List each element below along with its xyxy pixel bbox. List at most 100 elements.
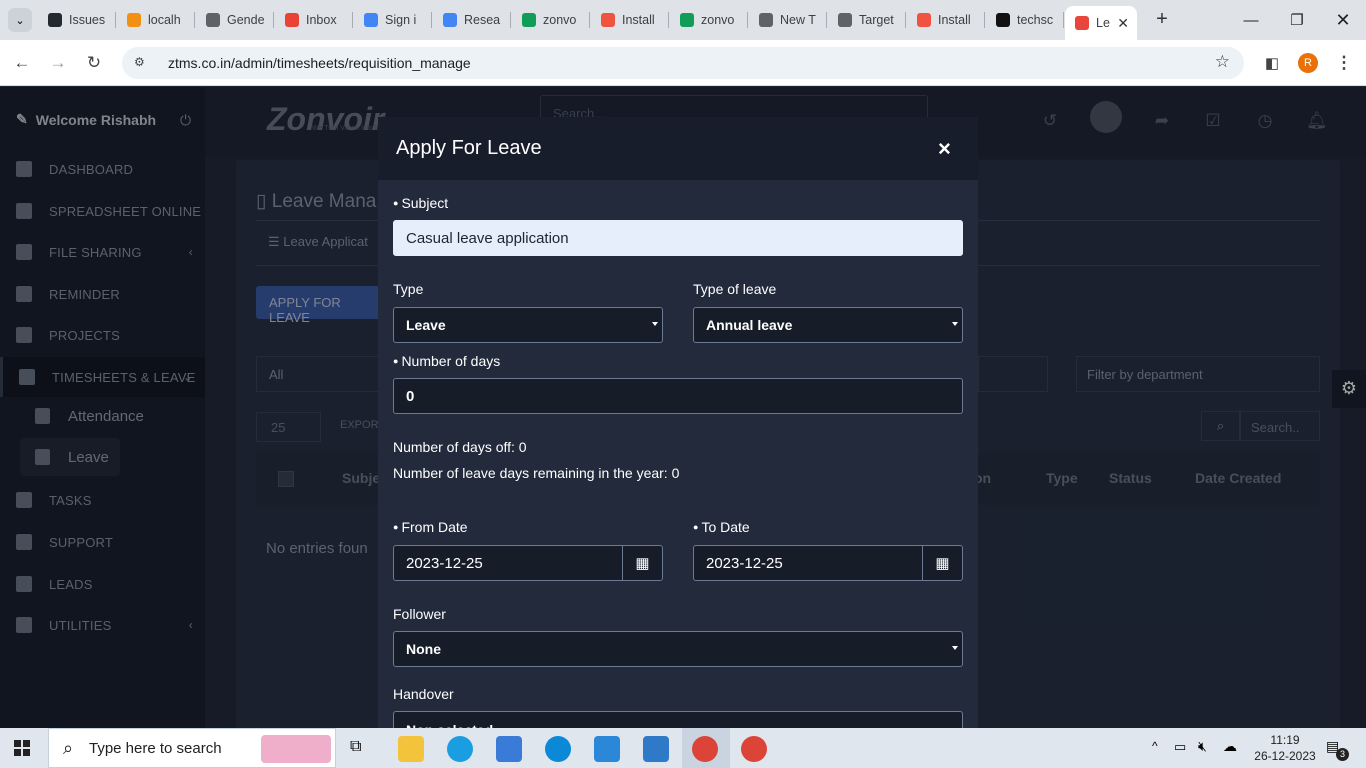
from-date-input[interactable]: 2023-12-25 ▦ — [393, 545, 663, 581]
minimize-button[interactable]: — — [1231, 8, 1271, 32]
volume-mute-icon[interactable]: 🔇︎ — [1198, 738, 1207, 755]
modal-title: Apply For Leave — [396, 137, 542, 159]
bookmark-star-icon[interactable]: ☆ — [1215, 52, 1230, 72]
laravel-icon — [917, 13, 931, 27]
calendar-icon[interactable]: ▦ — [922, 546, 962, 580]
gmail-icon — [285, 13, 299, 27]
tab-label: New T — [780, 13, 816, 27]
tab-separator — [352, 12, 353, 28]
zonvoir-icon — [1075, 16, 1089, 30]
address-bar[interactable]: ⚙ ztms.co.in/admin/timesheets/requisitio… — [122, 47, 1244, 79]
browser-tab[interactable]: Target — [828, 6, 906, 34]
type-of-leave-label: Type of leave — [693, 281, 777, 297]
type-of-leave-select[interactable]: Annual leave — [693, 307, 963, 343]
tab-separator — [826, 12, 827, 28]
chevron-down-icon: ⌄ — [15, 14, 25, 27]
skype-icon[interactable] — [545, 736, 571, 762]
browser-tab[interactable]: zonvo — [512, 6, 590, 34]
browser-tab[interactable]: Gende — [196, 6, 274, 34]
forward-button[interactable]: → — [46, 51, 70, 75]
days-label: ● Number of days — [393, 353, 501, 369]
tab-separator — [905, 12, 906, 28]
tab-separator — [431, 12, 432, 28]
browser-tab[interactable]: New T — [749, 6, 827, 34]
weather-icon[interactable]: ☁ — [1223, 738, 1237, 755]
browser-toolbar: ← → ↻ ⚙ ztms.co.in/admin/timesheets/requ… — [0, 40, 1366, 86]
browser-tab[interactable]: techsc — [986, 6, 1064, 34]
new-tab-button[interactable]: + — [1150, 7, 1174, 31]
subject-input[interactable]: Casual leave application — [393, 220, 963, 256]
chrome-icon[interactable] — [692, 736, 718, 762]
tab-separator — [510, 12, 511, 28]
tab-label: Sign i — [385, 13, 417, 27]
back-button[interactable]: ← — [10, 51, 34, 75]
browser-tab-strip: ⌄ Issues localh Gende Inbox Sign i Resea zonvo… — [0, 0, 1366, 40]
to-date-label: ● To Date — [693, 519, 750, 535]
browser-tab[interactable]: Install — [591, 6, 669, 34]
browser-tab[interactable]: Le ✕ — [1065, 6, 1137, 40]
number-of-days-input[interactable]: 0 — [393, 378, 963, 414]
browser-tab[interactable]: localh — [117, 6, 195, 34]
github-icon — [48, 13, 62, 27]
side-panel-icon[interactable]: ◧ — [1260, 51, 1284, 75]
caret-down-icon — [652, 322, 658, 326]
tab-label: Install — [622, 13, 655, 27]
browser-tab[interactable]: Issues — [38, 6, 116, 34]
windows-taskbar: ⌕ Type here to search ⧉ ^ ▭ 🔇︎ ☁ 11:19 2… — [0, 728, 1366, 768]
site-info-icon[interactable]: ⚙ — [134, 55, 150, 71]
browser-menu-icon[interactable]: ⋮ — [1332, 51, 1356, 75]
restore-button[interactable]: ❐ — [1277, 8, 1317, 32]
chrome-icon[interactable] — [741, 736, 767, 762]
calendar-icon[interactable]: ▦ — [622, 546, 662, 580]
handover-label: Handover — [393, 686, 454, 702]
days-off-text: Number of days off: 0 — [393, 439, 527, 455]
profile-avatar[interactable]: R — [1298, 53, 1318, 73]
mail-icon[interactable] — [643, 736, 669, 762]
apply-leave-modal: Apply For Leave × ● Subject Casual leave … — [378, 117, 978, 728]
tab-label: Install — [938, 13, 971, 27]
file-explorer-icon[interactable] — [398, 736, 424, 762]
to-date-input[interactable]: 2023-12-25 ▦ — [693, 545, 963, 581]
task-view-icon[interactable]: ⧉ — [350, 738, 361, 756]
tab-separator — [1063, 12, 1064, 28]
network-icon[interactable]: ▭ — [1174, 739, 1186, 755]
reload-button[interactable]: ↻ — [82, 51, 106, 75]
edge-icon[interactable] — [447, 736, 473, 762]
windows-start-icon[interactable] — [14, 740, 30, 756]
taskbar-search-input[interactable]: ⌕ Type here to search — [48, 728, 336, 768]
sheets-icon — [680, 13, 694, 27]
tab-search-button[interactable]: ⌄ — [8, 8, 32, 32]
browser-tab[interactable]: Install — [907, 6, 985, 34]
subject-label: ● Subject — [393, 195, 449, 211]
from-date-label: ● From Date — [393, 519, 468, 535]
browser-tab[interactable]: Sign i — [354, 6, 432, 34]
taskbar-clock[interactable]: 11:19 26-12-2023 — [1250, 732, 1320, 764]
modal-header: Apply For Leave × — [378, 117, 978, 180]
tab-label: localh — [148, 13, 181, 27]
globe-icon — [206, 13, 220, 27]
follower-select[interactable]: None — [393, 631, 963, 667]
close-window-button[interactable]: ✕ — [1323, 8, 1363, 32]
follower-label: Follower — [393, 606, 446, 622]
search-highlight-image — [261, 735, 331, 763]
tab-separator — [668, 12, 669, 28]
google-icon — [364, 13, 378, 27]
browser-tab[interactable]: Resea — [433, 6, 511, 34]
type-select[interactable]: Leave — [393, 307, 663, 343]
tab-separator — [273, 12, 274, 28]
search-icon: ⌕ — [63, 738, 74, 758]
tab-separator — [115, 12, 116, 28]
close-tab-icon[interactable]: ✕ — [1117, 15, 1129, 32]
globe-icon — [838, 13, 852, 27]
tab-label: techsc — [1017, 13, 1054, 27]
microsoft-store-icon[interactable] — [496, 736, 522, 762]
tab-separator — [194, 12, 195, 28]
handover-select[interactable]: Non selected — [393, 711, 963, 728]
browser-tab[interactable]: Inbox — [275, 6, 353, 34]
google-icon — [443, 13, 457, 27]
tab-label: Target — [859, 13, 894, 27]
tray-chevron-icon[interactable]: ^ — [1152, 739, 1158, 753]
browser-tab[interactable]: zonvo — [670, 6, 748, 34]
modal-close-button[interactable]: × — [938, 136, 951, 162]
vscode-icon[interactable] — [594, 736, 620, 762]
